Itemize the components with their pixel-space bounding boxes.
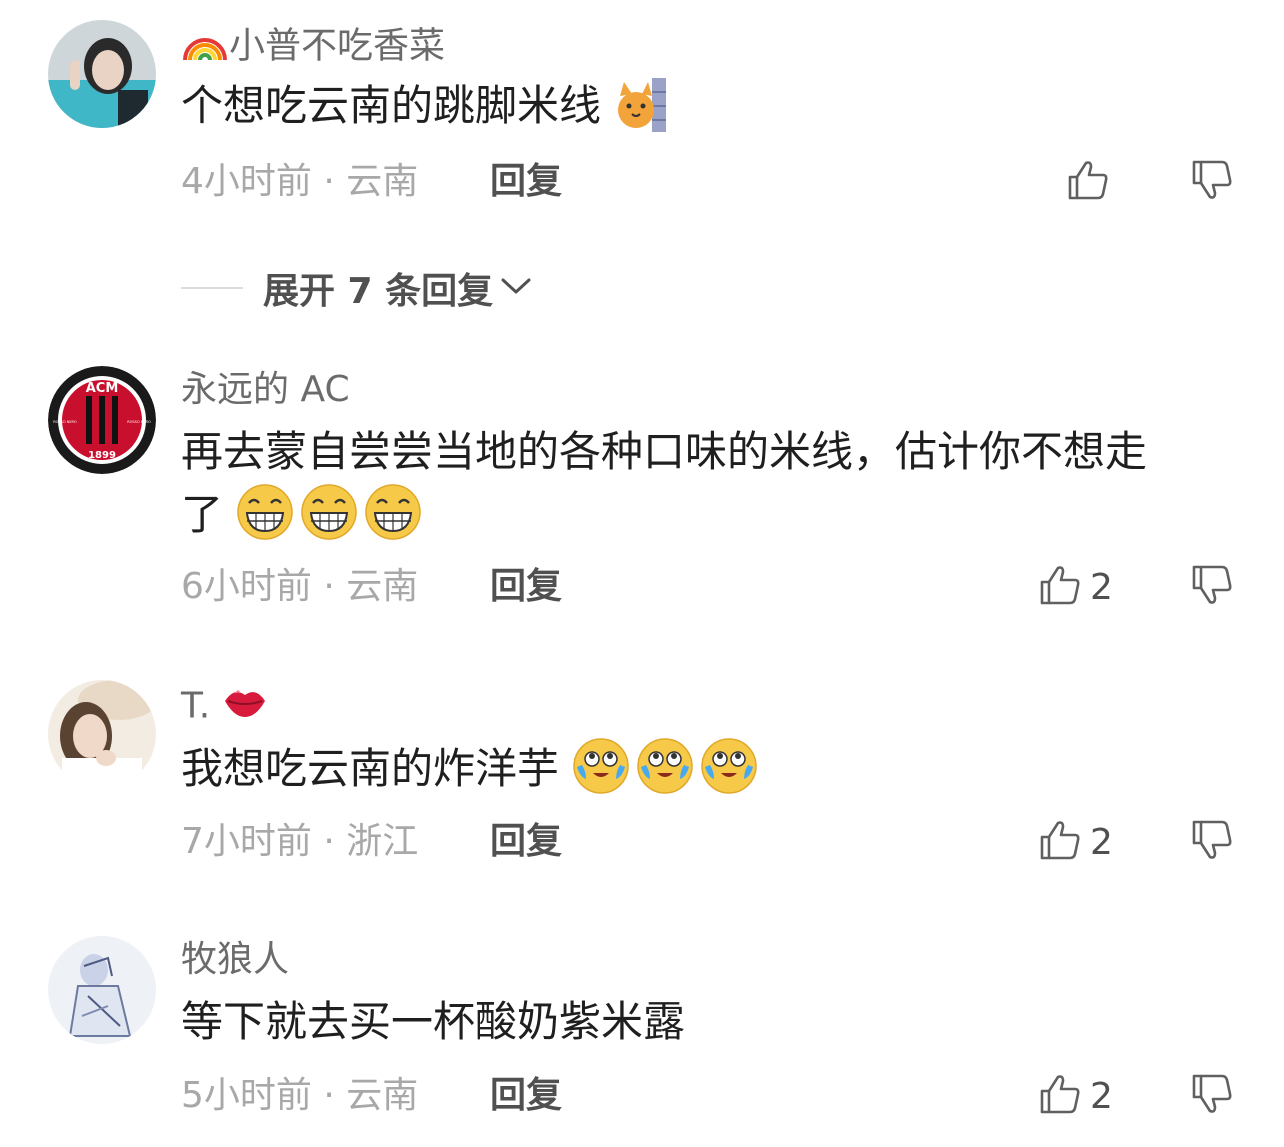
comment-text: 个想吃云南的跳脚米线	[181, 75, 1241, 149]
comment-time: 4小时前	[181, 161, 312, 202]
meta-separator: ·	[311, 566, 347, 607]
tears-joy-emoji	[636, 737, 694, 812]
comment-time: 6小时前	[181, 566, 312, 607]
comment-meta: 4小时前 · 云南	[181, 160, 418, 204]
tears-joy-emoji	[700, 737, 758, 812]
expand-divider	[181, 287, 243, 289]
reply-button[interactable]: 回复	[490, 820, 562, 864]
comment-text: 再去蒙自尝尝当地的各种口味的米线，估计你不想走	[181, 421, 1241, 483]
comment-text: 了	[181, 483, 1241, 558]
grin-emoji	[300, 483, 358, 558]
lips-icon	[222, 683, 268, 732]
like-button[interactable]: 2	[1038, 1072, 1113, 1120]
thumbs-up-icon	[1038, 818, 1082, 866]
thumbs-down-icon	[1190, 158, 1234, 206]
comment-meta: 5小时前 · 云南	[181, 1074, 418, 1118]
comment-location: 云南	[346, 566, 419, 607]
thumbs-down-icon	[1190, 818, 1234, 866]
thumbs-up-icon	[1038, 563, 1082, 611]
acm-logo-left-text: ROSSO NERO	[53, 420, 77, 424]
acm-logo-year: 1899	[88, 450, 116, 461]
like-count: 2	[1090, 566, 1113, 608]
avatar[interactable]	[48, 680, 156, 788]
meta-separator: ·	[311, 821, 347, 862]
comment-text-content: 个想吃云南的跳脚米线	[181, 81, 602, 130]
username-label: 永远的 AC	[181, 369, 350, 410]
cat-wall-emoji	[614, 78, 668, 149]
acm-logo-top: ACM	[86, 381, 119, 396]
dislike-button[interactable]	[1190, 818, 1234, 866]
tears-joy-emoji	[572, 737, 630, 812]
username-label: T.	[181, 685, 211, 727]
comment-time: 7小时前	[181, 821, 312, 862]
username[interactable]: 牧狼人	[181, 938, 289, 982]
username[interactable]: 小普不吃香菜	[181, 22, 445, 73]
acm-logo-right-text: ROSSO NERO	[127, 420, 151, 424]
comment-meta: 6小时前 · 云南	[181, 565, 418, 609]
username-label: 小普不吃香菜	[229, 25, 446, 67]
username-label: 牧狼人	[181, 939, 290, 980]
reply-button[interactable]: 回复	[490, 565, 562, 609]
grin-emoji	[364, 483, 422, 558]
dislike-button[interactable]	[1190, 1072, 1234, 1120]
username[interactable]: T.	[181, 683, 268, 732]
avatar[interactable]: ACM 1899 ROSSO NERO ROSSO NERO	[48, 366, 156, 474]
avatar[interactable]	[48, 20, 156, 128]
comment-location: 云南	[346, 161, 419, 202]
like-button[interactable]: 2	[1038, 563, 1113, 611]
thumbs-up-icon	[1066, 158, 1110, 206]
thumbs-down-icon	[1190, 563, 1234, 611]
avatar[interactable]	[48, 936, 156, 1044]
expand-replies-row[interactable]: 展开 7 条回复	[181, 264, 533, 312]
like-count: 2	[1090, 821, 1113, 863]
reply-button[interactable]: 回复	[490, 160, 562, 204]
comment-location: 云南	[346, 1075, 419, 1116]
dislike-button[interactable]	[1190, 563, 1234, 611]
dislike-button[interactable]	[1190, 158, 1234, 206]
meta-separator: ·	[311, 1075, 347, 1116]
username[interactable]: 永远的 AC	[181, 368, 350, 412]
comment-location: 浙江	[346, 821, 419, 862]
comment-text: 等下就去买一杯酸奶紫米露	[181, 991, 1241, 1053]
like-button[interactable]	[1066, 158, 1110, 206]
chevron-down-icon[interactable]	[499, 274, 533, 302]
expand-replies-button[interactable]: 展开 7 条回复	[263, 262, 493, 314]
comment-text-content: 我想吃云南的炸洋芋	[181, 744, 560, 793]
comment-time: 5小时前	[181, 1075, 312, 1116]
grin-emoji	[236, 483, 294, 558]
comment-text-line1: 再去蒙自尝尝当地的各种口味的米线，估计你不想走	[181, 427, 1148, 476]
comment-text-line2: 了	[181, 490, 224, 539]
comment-text: 我想吃云南的炸洋芋	[181, 737, 1241, 812]
thumbs-up-icon	[1038, 1072, 1082, 1120]
thumbs-down-icon	[1190, 1072, 1234, 1120]
reply-button[interactable]: 回复	[490, 1074, 562, 1118]
meta-separator: ·	[311, 161, 347, 202]
like-count: 2	[1090, 1075, 1113, 1117]
comment-meta: 7小时前 · 浙江	[181, 820, 418, 864]
comment-text-content: 等下就去买一杯酸奶紫米露	[181, 997, 686, 1046]
like-button[interactable]: 2	[1038, 818, 1113, 866]
rainbow-icon	[181, 22, 229, 73]
